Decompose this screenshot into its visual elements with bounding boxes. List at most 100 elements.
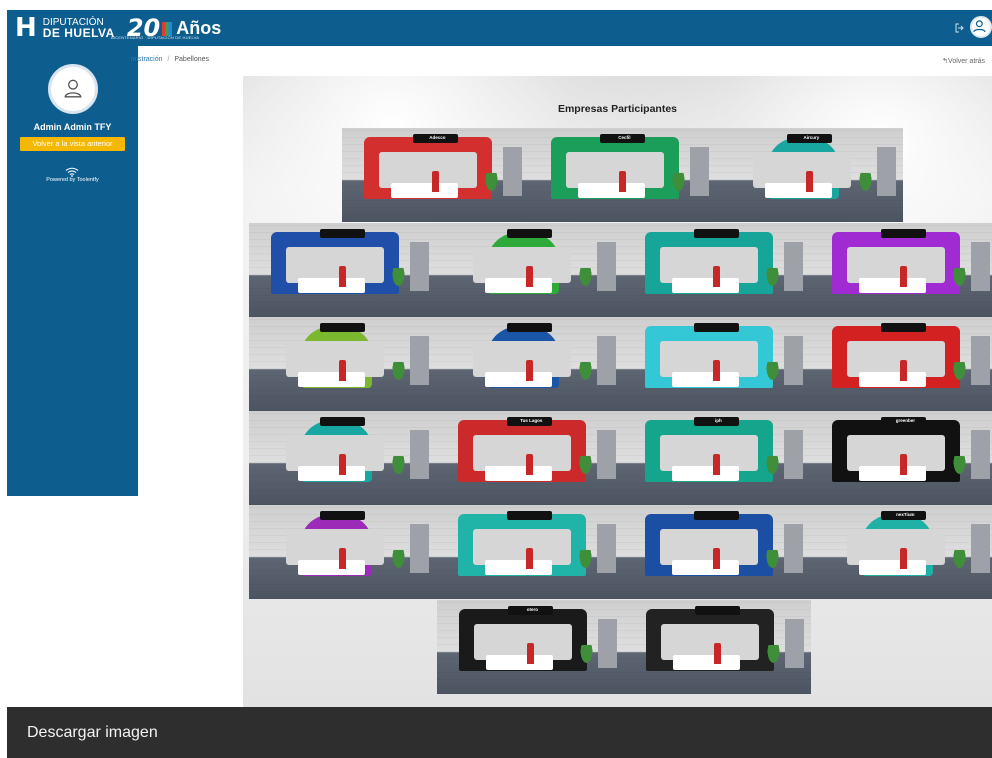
- booth-host-figure: [899, 548, 908, 569]
- exhibitor-booth[interactable]: otero: [437, 600, 624, 694]
- booth-door: [970, 429, 990, 479]
- booth-sign: [507, 322, 552, 333]
- booth-sign: [320, 510, 365, 521]
- booth-sign: [694, 228, 739, 239]
- booth-host-figure: [712, 454, 721, 475]
- booth-sign: [694, 322, 739, 333]
- sidebar: Admin Admin TFY Volver a la vista anteri…: [7, 46, 138, 496]
- exhibitor-booth[interactable]: iph: [623, 411, 810, 505]
- booth-door: [783, 429, 803, 479]
- booth-sign: [320, 228, 365, 239]
- booth-sign: [507, 228, 552, 239]
- plant-icon: [858, 173, 874, 194]
- anniversary-subtitle: BICENTENARIO · DIPUTACIÓN DE HUELVA: [111, 35, 200, 40]
- booth-counter: [671, 465, 739, 481]
- download-bar: Descargar imagen: [7, 707, 992, 758]
- exhibitor-booth[interactable]: greenber: [810, 411, 992, 505]
- plant-icon: [579, 645, 595, 666]
- booth-door: [970, 523, 990, 573]
- user-name: Admin Admin TFY: [33, 122, 112, 132]
- logout-icon[interactable]: [954, 22, 966, 34]
- booth-counter: [390, 182, 458, 198]
- booth-host-figure: [525, 266, 534, 287]
- booth-host-figure: [805, 171, 814, 192]
- booth-label: nexTium: [896, 511, 915, 517]
- exhibitor-booth[interactable]: [436, 505, 623, 599]
- exhibitor-booth[interactable]: [249, 317, 436, 411]
- booth-label: Adecco: [429, 134, 446, 140]
- plant-icon: [952, 456, 968, 477]
- breadcrumb-separator: /: [167, 56, 170, 63]
- booth-door: [784, 618, 804, 668]
- booth-door: [876, 146, 896, 196]
- booth-host-figure: [526, 643, 535, 664]
- booth-door: [597, 618, 617, 668]
- booth-host-figure: [713, 643, 722, 664]
- booth-counter: [672, 654, 740, 670]
- powered-by-text: Powered by Toolentfy: [46, 177, 99, 183]
- booth-door: [596, 429, 616, 479]
- booth-host-figure: [338, 454, 347, 475]
- top-header: H DIPUTACIÓN DE HUELVA 20 Años BICENTENA…: [7, 10, 992, 46]
- booth-counter: [485, 654, 553, 670]
- exhibitor-booth[interactable]: Aircury: [716, 128, 903, 222]
- booth-door: [596, 335, 616, 385]
- booth-door: [783, 241, 803, 291]
- plant-icon: [765, 550, 781, 571]
- wifi-icon: [65, 167, 79, 177]
- booth-counter: [297, 465, 365, 481]
- booth-counter: [858, 371, 926, 387]
- booth-host-figure: [618, 171, 627, 192]
- booth-host-figure: [338, 360, 347, 381]
- booth-counter: [484, 371, 552, 387]
- logo-letter: H: [15, 13, 37, 43]
- exhibitor-booth[interactable]: Adecco: [342, 128, 529, 222]
- booth-host-figure: [899, 454, 908, 475]
- plant-icon: [578, 268, 594, 289]
- exhibitor-booth[interactable]: Tus Lagos: [436, 411, 623, 505]
- breadcrumb-parent-link[interactable]: inistración: [131, 56, 163, 63]
- exhibitor-booth[interactable]: [623, 505, 810, 599]
- booth-door: [502, 146, 522, 196]
- plant-icon: [578, 362, 594, 383]
- breadcrumb: inistración / Pabellones: [131, 56, 209, 63]
- exhibitor-booth[interactable]: [810, 317, 992, 411]
- booth-counter: [297, 277, 365, 293]
- booth-counter: [484, 465, 552, 481]
- exhibitor-booth[interactable]: [623, 223, 810, 317]
- exhibitor-booth[interactable]: [436, 317, 623, 411]
- booth-host-figure: [899, 266, 908, 287]
- booth-host-figure: [712, 548, 721, 569]
- exhibitor-booth[interactable]: [249, 505, 436, 599]
- back-to-previous-view-button[interactable]: Volver a la vista anterior: [20, 137, 125, 151]
- download-image-button[interactable]: Descargar imagen: [27, 724, 158, 742]
- booth-counter: [297, 559, 365, 575]
- booth-host-figure: [899, 360, 908, 381]
- pavilion-image: Empresas Participantes Adecco Cecfil Aircu…: [243, 76, 992, 707]
- user-icon: [973, 20, 986, 33]
- booth-host-figure: [338, 266, 347, 287]
- logo-org-name: DIPUTACIÓN DE HUELVA: [43, 18, 115, 40]
- booth-label: iph: [714, 417, 722, 423]
- back-link[interactable]: ↰Volver atrás: [942, 57, 985, 65]
- booth-counter: [484, 559, 552, 575]
- exhibitor-booth[interactable]: [810, 223, 992, 317]
- exhibitor-booth[interactable]: nexTium: [810, 505, 992, 599]
- page: H DIPUTACIÓN DE HUELVA 20 Años BICENTENA…: [0, 0, 992, 758]
- booth-label: Tus Lagos: [520, 417, 543, 423]
- exhibitor-booth[interactable]: [249, 411, 436, 505]
- plant-icon: [484, 173, 500, 194]
- booth-counter: [858, 559, 926, 575]
- plant-icon: [391, 268, 407, 289]
- header-avatar[interactable]: [970, 16, 992, 38]
- booth-host-figure: [712, 360, 721, 381]
- exhibitor-booth[interactable]: [436, 223, 623, 317]
- booth-door: [689, 146, 709, 196]
- exhibitor-booth[interactable]: [624, 600, 811, 694]
- exhibitor-booth[interactable]: Cecfil: [529, 128, 716, 222]
- plant-icon: [952, 550, 968, 571]
- plant-icon: [766, 645, 782, 666]
- exhibitor-booth[interactable]: [249, 223, 436, 317]
- booth-sign: [694, 510, 739, 521]
- exhibitor-booth[interactable]: [623, 317, 810, 411]
